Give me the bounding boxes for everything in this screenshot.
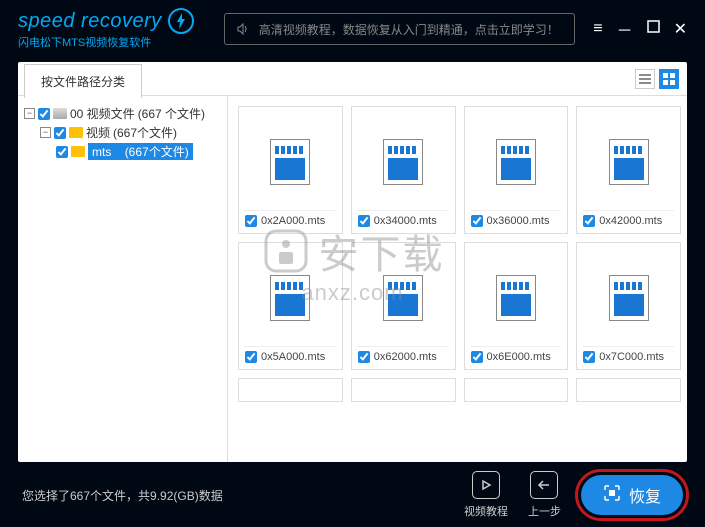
view-list-icon[interactable] xyxy=(635,69,655,89)
file-card[interactable]: 0x6E000.mts xyxy=(464,242,569,370)
back-label: 上一步 xyxy=(528,503,561,519)
collapse-icon[interactable]: − xyxy=(40,127,51,138)
footer: 您选择了667个文件，共9.92(GB)数据 视频教程 上一步 恢复 xyxy=(0,463,705,527)
tree-root[interactable]: − 00 视频文件 (667 个文件) xyxy=(24,104,221,123)
file-grid[interactable]: 0x2A000.mts 0x34000.mts 0x36000.mts 0x42… xyxy=(228,96,687,462)
logo-subtitle: 闪电松下MTS视频恢复软件 xyxy=(18,34,194,50)
tree-checkbox[interactable] xyxy=(54,127,66,139)
close-icon[interactable]: ✕ xyxy=(674,19,687,39)
menu-icon[interactable]: ≡ xyxy=(593,20,602,38)
file-name: 0x34000.mts xyxy=(374,215,437,227)
video-file-icon xyxy=(496,139,536,185)
file-name: 0x2A000.mts xyxy=(261,215,325,227)
logo-text: speed recovery xyxy=(18,10,162,33)
tree-count: (667 个文件) xyxy=(138,105,205,122)
file-card-partial[interactable] xyxy=(576,378,681,402)
folder-icon xyxy=(71,146,85,157)
tab-row: 按文件路径分类 xyxy=(18,62,687,96)
file-checkbox[interactable] xyxy=(471,215,483,227)
file-thumbnail xyxy=(358,249,449,346)
file-checkbox[interactable] xyxy=(358,215,370,227)
video-file-icon xyxy=(609,275,649,321)
file-card[interactable]: 0x7C000.mts xyxy=(576,242,681,370)
file-card-partial[interactable] xyxy=(238,378,343,402)
back-button[interactable]: 上一步 xyxy=(528,471,561,519)
file-card[interactable]: 0x5A000.mts xyxy=(238,242,343,370)
file-name: 0x42000.mts xyxy=(599,215,662,227)
file-name: 0x6E000.mts xyxy=(487,351,551,363)
minimize-icon[interactable]: － xyxy=(617,17,633,41)
tree-panel[interactable]: − 00 视频文件 (667 个文件) − 视频 (667个文件) xyxy=(18,96,228,462)
tree-label: mts xyxy=(92,145,111,159)
status-text: 您选择了667个文件，共9.92(GB)数据 xyxy=(22,487,223,504)
tip-text: 高清视频教程，数据恢复从入门到精通，点击立即学习！ xyxy=(259,21,559,38)
file-card[interactable]: 0x2A000.mts xyxy=(238,106,343,234)
tree-count: (667个文件) xyxy=(113,124,177,141)
file-checkbox[interactable] xyxy=(245,215,257,227)
video-file-icon xyxy=(609,139,649,185)
lightning-icon xyxy=(168,8,194,34)
recover-button[interactable]: 恢复 xyxy=(581,475,683,515)
file-name: 0x5A000.mts xyxy=(261,351,325,363)
tree-checkbox[interactable] xyxy=(56,146,68,158)
tip-banner[interactable]: 高清视频教程，数据恢复从入门到精通，点击立即学习！ xyxy=(224,13,575,45)
maximize-icon[interactable] xyxy=(647,20,660,38)
file-thumbnail xyxy=(471,249,562,346)
file-checkbox[interactable] xyxy=(471,351,483,363)
file-card[interactable]: 0x42000.mts xyxy=(576,106,681,234)
file-card-partial[interactable] xyxy=(351,378,456,402)
tree-child[interactable]: − 视频 (667个文件) xyxy=(24,123,221,142)
back-icon xyxy=(530,471,558,499)
speaker-icon xyxy=(235,21,251,37)
titlebar: speed recovery 闪电松下MTS视频恢复软件 高清视频教程，数据恢复… xyxy=(0,0,705,58)
file-card[interactable]: 0x34000.mts xyxy=(351,106,456,234)
video-file-icon xyxy=(270,275,310,321)
tutorial-label: 视频教程 xyxy=(464,503,508,519)
drive-icon xyxy=(53,108,67,119)
highlight-ring xyxy=(575,469,689,521)
video-file-icon xyxy=(270,139,310,185)
app-window: speed recovery 闪电松下MTS视频恢复软件 高清视频教程，数据恢复… xyxy=(0,0,705,527)
file-name: 0x7C000.mts xyxy=(599,351,664,363)
tree-count: (667个文件) xyxy=(125,145,189,159)
file-checkbox[interactable] xyxy=(583,351,595,363)
file-thumbnail xyxy=(583,249,674,346)
file-thumbnail xyxy=(245,249,336,346)
view-toggles xyxy=(635,69,679,89)
file-thumbnail xyxy=(358,113,449,210)
video-file-icon xyxy=(383,139,423,185)
content-row: − 00 视频文件 (667 个文件) − 视频 (667个文件) xyxy=(18,96,687,462)
video-file-icon xyxy=(383,275,423,321)
collapse-icon[interactable]: − xyxy=(24,108,35,119)
window-controls: ≡ － ✕ xyxy=(593,17,687,41)
file-name: 0x62000.mts xyxy=(374,351,437,363)
tree-checkbox[interactable] xyxy=(38,108,50,120)
file-card[interactable]: 0x36000.mts xyxy=(464,106,569,234)
file-thumbnail xyxy=(245,113,336,210)
tree-label: 00 视频文件 xyxy=(70,105,135,122)
main-panel: 按文件路径分类 − 00 视频文件 (667 个文件) xyxy=(18,62,687,462)
file-checkbox[interactable] xyxy=(358,351,370,363)
tutorial-button[interactable]: 视频教程 xyxy=(464,471,508,519)
video-file-icon xyxy=(496,275,536,321)
play-icon xyxy=(472,471,500,499)
file-thumbnail xyxy=(583,113,674,210)
tree-child-selected[interactable]: mts (667个文件) xyxy=(24,142,221,161)
logo: speed recovery 闪电松下MTS视频恢复软件 xyxy=(18,8,194,50)
file-thumbnail xyxy=(471,113,562,210)
tab-path-sort[interactable]: 按文件路径分类 xyxy=(24,64,142,98)
file-checkbox[interactable] xyxy=(583,215,595,227)
file-name: 0x36000.mts xyxy=(487,215,550,227)
file-checkbox[interactable] xyxy=(245,351,257,363)
view-grid-icon[interactable] xyxy=(659,69,679,89)
folder-icon xyxy=(69,127,83,138)
tree-label: 视频 xyxy=(86,124,110,141)
file-card-partial[interactable] xyxy=(464,378,569,402)
file-card[interactable]: 0x62000.mts xyxy=(351,242,456,370)
